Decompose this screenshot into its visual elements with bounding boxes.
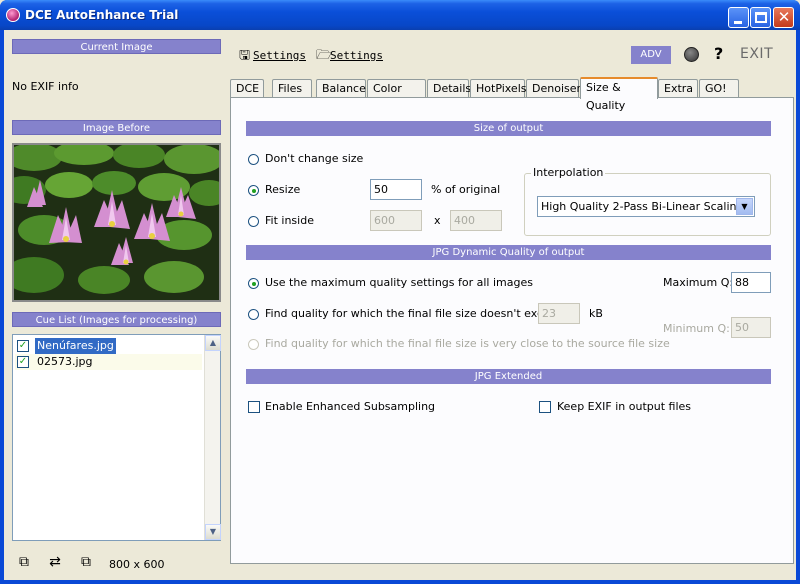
keep-exif-checkbox[interactable]: [539, 401, 551, 413]
filesize-unit-label: kB: [589, 307, 603, 320]
tab-color-cast[interactable]: Color Cast: [367, 79, 426, 113]
cue-list-scrollbar[interactable]: ▲ ▼: [204, 335, 221, 540]
tab-hotpixels[interactable]: HotPixels: [470, 79, 527, 98]
client-area: Current Image No EXIF info Image Before: [4, 30, 796, 580]
tab-files[interactable]: Files: [272, 79, 312, 98]
cue-item-checkbox[interactable]: ✓: [17, 340, 29, 352]
adv-button[interactable]: ADV: [631, 46, 671, 64]
move-to-back-icon[interactable]: ⧉: [76, 552, 96, 572]
resize-unit-label: % of original: [431, 183, 501, 196]
tab-size-quality[interactable]: Size & Quality: [580, 77, 658, 112]
max-quality-radio[interactable]: [248, 278, 259, 289]
maximize-button[interactable]: [750, 7, 771, 28]
keep-exif-label: Keep EXIF in output files: [557, 400, 692, 413]
list-item[interactable]: ✓ 02573.jpg: [15, 354, 202, 370]
maximize-icon: [755, 12, 767, 23]
scroll-down-button[interactable]: ▼: [205, 524, 221, 540]
filesize-limit-input[interactable]: 23: [538, 303, 580, 324]
jpg-quality-header: JPG Dynamic Quality of output: [246, 245, 771, 260]
fit-height-input[interactable]: 400: [450, 210, 502, 231]
enhanced-subsampling-checkbox[interactable]: [248, 401, 260, 413]
app-icon: [6, 8, 20, 22]
app-window: DCE AutoEnhance Trial ✕ Current Image No…: [0, 0, 800, 584]
tab-denoiser[interactable]: Denoiser: [526, 79, 581, 98]
image-preview: [12, 143, 221, 302]
jpg-extended-header: JPG Extended: [246, 369, 771, 384]
close-to-source-label: Find quality for which the final file si…: [265, 337, 670, 350]
save-icon: 🖫: [239, 48, 251, 63]
resize-percent-input[interactable]: 50: [370, 179, 422, 200]
title-bar[interactable]: DCE AutoEnhance Trial ✕: [0, 0, 800, 30]
swap-icon[interactable]: ⇄: [45, 552, 65, 572]
close-icon: ✕: [777, 8, 791, 26]
dont-change-size-radio[interactable]: [248, 154, 259, 165]
list-item[interactable]: ✓ Nenúfares.jpg: [15, 338, 202, 354]
close-button[interactable]: ✕: [773, 7, 794, 28]
image-before-header: Image Before: [12, 120, 221, 135]
record-icon[interactable]: [684, 47, 699, 62]
min-q-label: Minimum Q:: [663, 322, 730, 335]
minimize-button[interactable]: [728, 7, 749, 28]
size-output-header: Size of output: [246, 121, 771, 136]
open-settings-button[interactable]: 🗁Settings: [316, 46, 383, 68]
exif-info: No EXIF info: [12, 80, 79, 93]
min-q-input[interactable]: 50: [731, 317, 771, 338]
dont-change-size-label: Don't change size: [265, 152, 364, 165]
interpolation-group: Interpolation High Quality 2-Pass Bi-Lin…: [524, 166, 771, 236]
tab-details[interactable]: Details: [427, 79, 471, 98]
tab-go[interactable]: GO!: [699, 79, 739, 98]
cue-item-checkbox[interactable]: ✓: [17, 356, 29, 368]
resize-label: Resize: [265, 183, 301, 196]
interpolation-select[interactable]: High Quality 2-Pass Bi-Linear Scaling ▼: [537, 196, 755, 217]
help-button[interactable]: ?: [714, 44, 723, 63]
filesize-limit-radio[interactable]: [248, 309, 259, 320]
tab-balance[interactable]: Balance: [316, 79, 366, 98]
tab-dce[interactable]: DCE: [230, 79, 264, 98]
scroll-up-button[interactable]: ▲: [205, 335, 221, 351]
cue-item-name: 02573.jpg: [37, 355, 93, 368]
max-quality-label: Use the maximum quality settings for all…: [265, 276, 533, 289]
resize-radio[interactable]: [248, 185, 259, 196]
cue-list-header: Cue List (Images for processing): [12, 312, 221, 327]
cue-item-name: Nenúfares.jpg: [35, 338, 116, 354]
save-settings-button[interactable]: 🖫 Settings: [239, 46, 306, 68]
tab-extra[interactable]: Extra: [658, 79, 698, 98]
fit-inside-radio[interactable]: [248, 216, 259, 227]
max-q-label: Maximum Q:: [663, 276, 734, 289]
open-folder-icon: 🗁: [316, 48, 333, 63]
chevron-down-icon[interactable]: ▼: [736, 198, 753, 215]
cue-list[interactable]: ✓ Nenúfares.jpg ✓ 02573.jpg ▲ ▼: [12, 334, 221, 541]
size-quality-panel: Size of output Don't change size Resize …: [230, 97, 794, 564]
current-image-header: Current Image: [12, 39, 221, 54]
fit-width-input[interactable]: 600: [370, 210, 422, 231]
water-lily-image: [14, 145, 219, 300]
interpolation-label: Interpolation: [531, 166, 606, 179]
window-title: DCE AutoEnhance Trial: [25, 8, 179, 22]
filesize-limit-label: Find quality for which the final file si…: [265, 307, 564, 320]
image-dimensions: 800 x 600: [109, 558, 165, 571]
exit-button[interactable]: EXIT: [740, 46, 773, 62]
move-to-front-icon[interactable]: ⧉: [14, 552, 34, 572]
close-to-source-radio[interactable]: [248, 339, 259, 350]
enhanced-subsampling-label: Enable Enhanced Subsampling: [265, 400, 436, 413]
minimize-icon: [734, 21, 742, 24]
fit-x-label: x: [434, 214, 441, 227]
max-q-input[interactable]: 88: [731, 272, 771, 293]
fit-inside-label: Fit inside: [265, 214, 314, 227]
